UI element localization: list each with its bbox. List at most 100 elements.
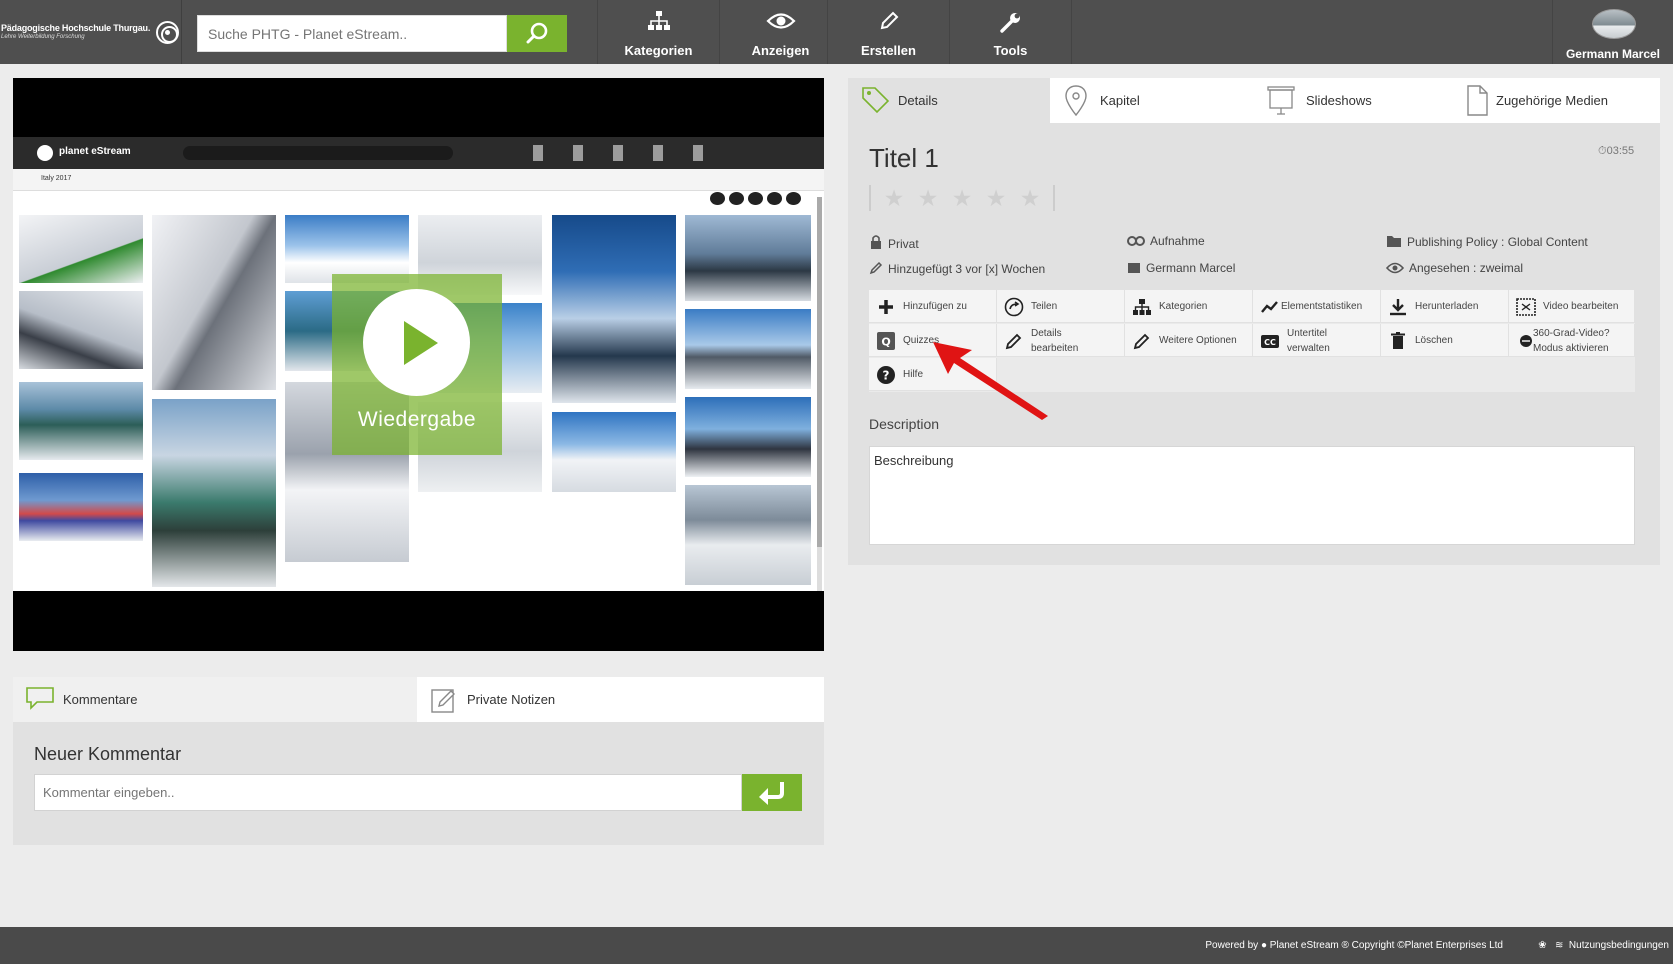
nav-erstellen[interactable]: Erstellen: [827, 0, 949, 64]
meta-policy: Publishing Policy : Global Content: [1386, 234, 1588, 249]
tab-kapitel-label: Kapitel: [1100, 93, 1140, 108]
quiz-icon: Q: [877, 332, 895, 350]
play-overlay[interactable]: Wiedergabe: [332, 274, 502, 455]
action-label-line1: 360-Grad-Video?: [1533, 328, 1610, 339]
svg-text:CC: CC: [1264, 338, 1276, 347]
media-duration: ⏱03:55: [1598, 145, 1634, 158]
description-box[interactable]: Beschreibung: [869, 446, 1635, 545]
action-label: Elementstatistiken: [1281, 301, 1363, 312]
star-icon[interactable]: ★: [1013, 185, 1047, 211]
meta-policy-text: Publishing Policy : Global Content: [1407, 235, 1588, 249]
tab-kommentare-label: Kommentare: [63, 692, 138, 707]
footer-terms[interactable]: ❀ ≋ Nutzungsbedingungen: [1538, 940, 1669, 951]
action-elementstatistiken[interactable]: Elementstatistiken: [1253, 290, 1381, 323]
top-bar: Pädagogische Hochschule Thurgau. Lehre W…: [0, 0, 1673, 64]
media-title: Titel 1: [869, 143, 939, 173]
nav-erstellen-label: Erstellen: [861, 43, 916, 58]
embedded-app-name: planet eStream: [59, 146, 131, 157]
embedded-chip: [729, 192, 744, 205]
wrench-icon: [999, 13, 1020, 33]
meta-added: Hinzugefügt 3 vor [x] Wochen: [869, 261, 1045, 276]
embedded-chip: [748, 192, 763, 205]
share-icon: [1004, 297, 1024, 317]
nav-divider: [1071, 0, 1072, 64]
nav-tools[interactable]: Tools: [949, 0, 1071, 64]
recording-icon: [1127, 236, 1145, 246]
comments-tabs: Kommentare Private Notizen: [13, 677, 824, 722]
embedded-toolbar-icons: [533, 145, 733, 161]
svg-text:Q: Q: [881, 336, 890, 349]
rating-stars[interactable]: ★ ★ ★ ★ ★: [869, 185, 1055, 211]
action-loeschen[interactable]: Löschen: [1381, 324, 1509, 357]
footer-brand[interactable]: Planet eStream: [1270, 940, 1339, 951]
meta-added-text: Hinzugefügt 3 vor [x] Wochen: [888, 262, 1046, 276]
action-hinzufuegen[interactable]: Hinzufügen zu: [869, 290, 997, 323]
action-teilen[interactable]: Teilen: [997, 290, 1125, 323]
action-label: Kategorien: [1159, 301, 1208, 312]
video-player[interactable]: planet eStream Italy 2017 Wiedergabe: [13, 78, 824, 651]
logo[interactable]: Pädagogische Hochschule Thurgau. Lehre W…: [0, 0, 182, 64]
meta-owner: Germann Marcel: [1127, 261, 1235, 275]
planet-estream-logo-icon: ●: [1260, 940, 1268, 951]
comment-icon: [26, 687, 54, 710]
tab-details[interactable]: Details: [848, 78, 1050, 123]
tab-private-notizen-label: Private Notizen: [467, 692, 556, 707]
action-video-bearbeiten[interactable]: Video bearbeiten: [1509, 290, 1635, 323]
tab-slideshows[interactable]: Slideshows: [1252, 78, 1454, 123]
footer-copyright: Powered by ● Planet eStream ® Copyright …: [1205, 940, 1503, 951]
embedded-logo-icon: [37, 145, 53, 161]
meta-views-text: Angesehen : zweimal: [1409, 261, 1524, 275]
user-menu[interactable]: Germann Marcel: [1552, 0, 1673, 64]
tab-private-notizen[interactable]: Private Notizen: [417, 677, 824, 722]
eye-icon: [1385, 262, 1405, 274]
photo-thumbnail: [552, 215, 676, 403]
submit-comment-button[interactable]: [742, 774, 802, 811]
pencil-icon: [869, 261, 883, 275]
play-icon[interactable]: [363, 289, 470, 396]
document-icon: [1467, 85, 1488, 116]
tab-kommentare[interactable]: Kommentare: [13, 677, 417, 722]
star-icon[interactable]: ★: [945, 185, 979, 211]
action-360-grad[interactable]: 360-Grad-Video? Modus aktivieren: [1509, 324, 1635, 357]
star-icon[interactable]: ★: [911, 185, 945, 211]
meta-type: Aufnahme: [1127, 234, 1205, 248]
action-kategorien[interactable]: Kategorien: [1125, 290, 1253, 323]
enter-arrow-icon: [759, 782, 784, 805]
logo-mark-icon: [156, 21, 179, 44]
new-comment-title: Neuer Kommentar: [34, 744, 182, 764]
tab-zugehoerige-medien[interactable]: Zugehörige Medien: [1454, 78, 1660, 123]
action-weitere-optionen[interactable]: Weitere Optionen: [1125, 324, 1253, 357]
comment-input[interactable]: [34, 774, 742, 811]
photo-thumbnail: [685, 485, 811, 585]
lock-icon: [871, 235, 881, 249]
download-icon: [1390, 299, 1406, 316]
star-icon[interactable]: ★: [979, 185, 1013, 211]
search-button[interactable]: [507, 15, 567, 52]
tab-slideshows-label: Slideshows: [1306, 93, 1372, 108]
tab-details-label: Details: [898, 93, 938, 108]
sitemap-icon: [647, 11, 670, 30]
user-name: Germann Marcel: [1565, 47, 1661, 61]
logo-title: Pädagogische Hochschule Thurgau.: [1, 23, 151, 33]
action-untertitel-verwalten[interactable]: CC Untertitel verwalten: [1253, 324, 1381, 357]
tab-kapitel[interactable]: Kapitel: [1050, 78, 1252, 123]
rss-icon[interactable]: ≋: [1555, 940, 1563, 951]
action-herunterladen[interactable]: Herunterladen: [1381, 290, 1509, 323]
nav-kategorien[interactable]: Kategorien: [597, 0, 719, 64]
folder-icon: [1387, 236, 1401, 247]
action-label: Video bearbeiten: [1543, 301, 1619, 312]
tag-icon: [862, 87, 890, 114]
avatar: [1592, 9, 1636, 39]
footer: Powered by ● Planet eStream ® Copyright …: [0, 927, 1673, 964]
search-input[interactable]: [197, 15, 507, 52]
footer-powered-by: Powered by: [1205, 940, 1259, 951]
footer-terms-link[interactable]: Nutzungsbedingungen: [1569, 940, 1669, 951]
embedded-search: [183, 146, 453, 160]
cookie-icon[interactable]: ❀: [1538, 940, 1546, 951]
eye-icon: [765, 13, 796, 29]
line-chart-icon: [1261, 301, 1278, 313]
action-label-line1: Untertitel: [1287, 328, 1328, 339]
action-label: Hinzufügen zu: [903, 301, 967, 312]
nav-anzeigen[interactable]: Anzeigen: [719, 0, 841, 64]
star-icon[interactable]: ★: [877, 185, 911, 211]
